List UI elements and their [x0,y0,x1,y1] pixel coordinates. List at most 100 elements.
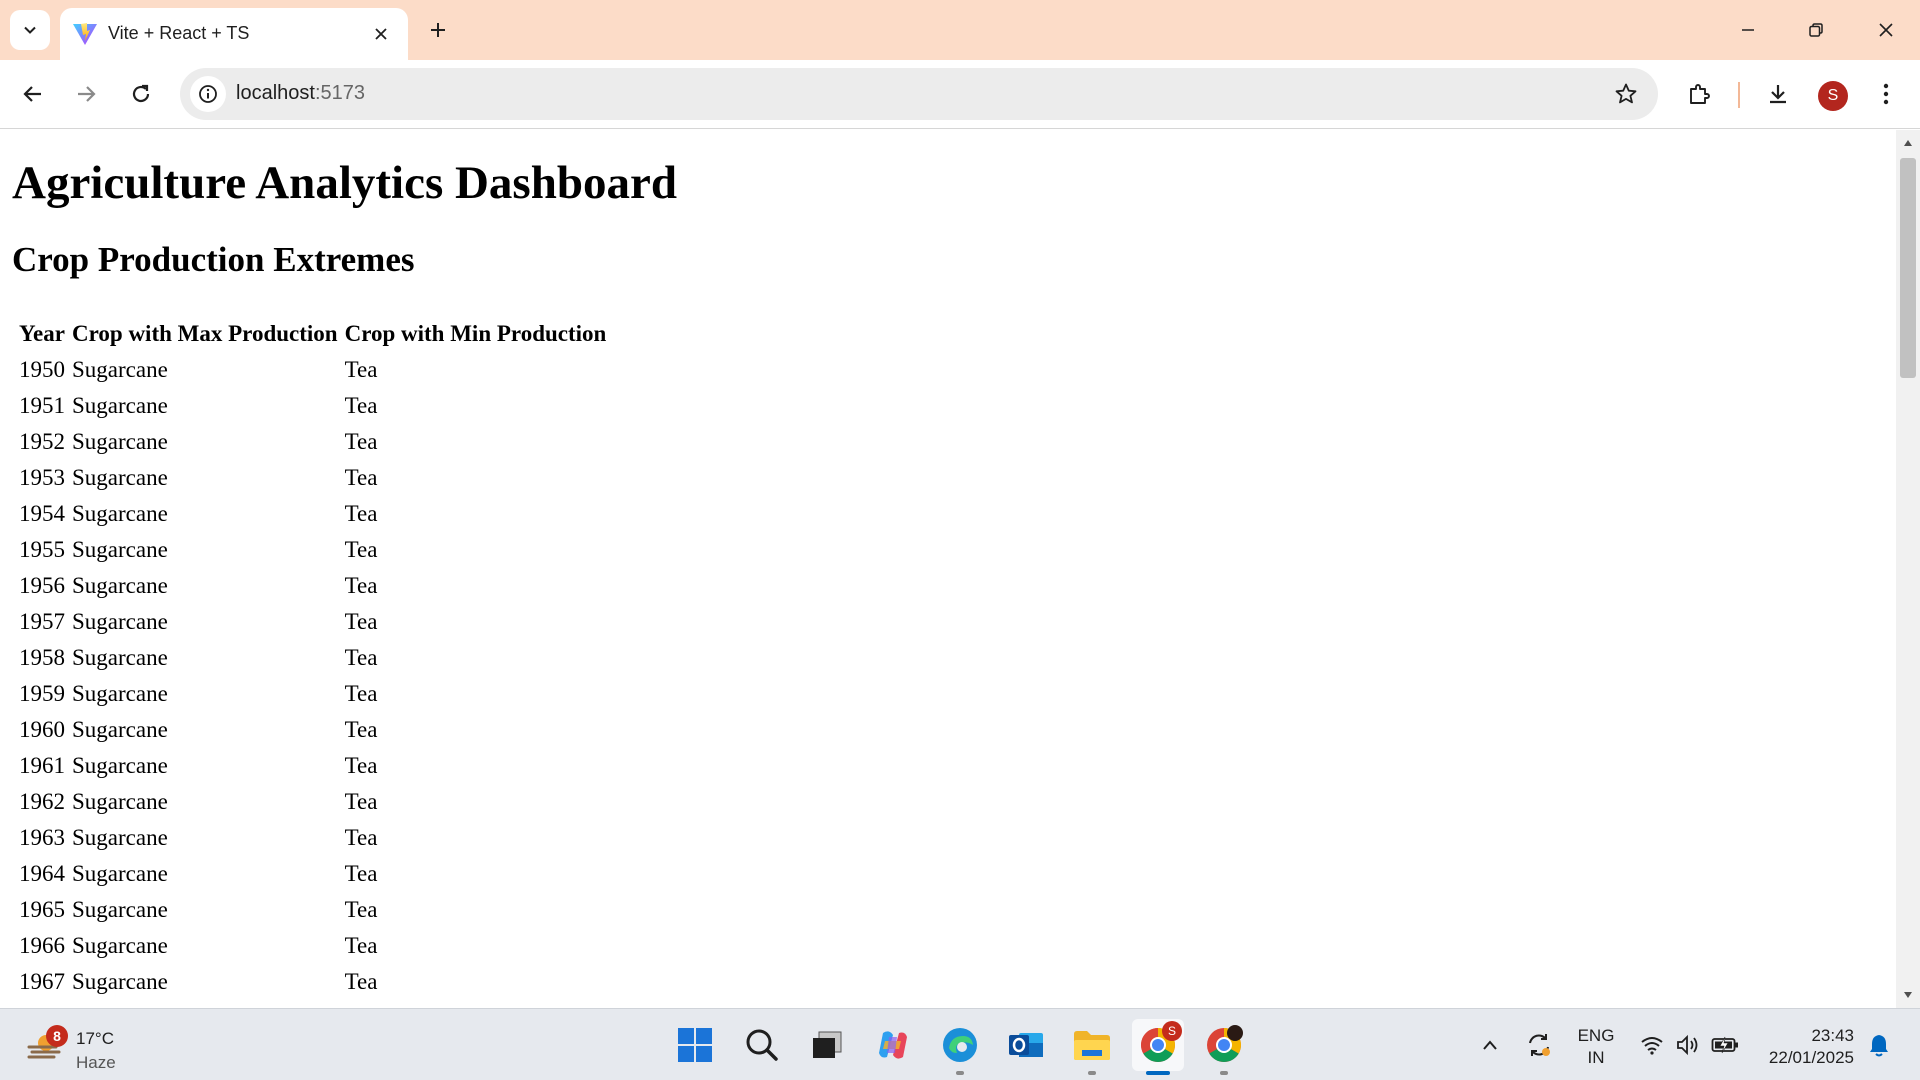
copilot-icon [879,1031,907,1059]
browser-tab[interactable]: Vite + React + TS [60,8,408,60]
sync-icon [1529,1034,1550,1056]
cell-min-crop: Tea [344,392,378,418]
battery-charging-icon [1711,1036,1738,1054]
downloads-button[interactable] [1758,74,1798,114]
section-title: Crop Production Extremes [12,240,415,279]
cell-min-crop: Tea [344,788,378,814]
table-row: 1955 Sugarcane Tea [17,533,608,566]
chrome-button[interactable]: S [1132,1019,1184,1075]
arrow-right-icon [78,86,96,102]
cell-min-crop: Tea [344,428,378,454]
chrome-profile-button[interactable] [1198,1019,1250,1075]
running-indicator [1220,1071,1228,1075]
cell-min-crop: Tea [344,932,378,958]
scroll-down-button[interactable] [1896,984,1920,1006]
scrollbar-thumb[interactable] [1900,158,1916,378]
forward-button[interactable] [66,74,106,114]
extensions-button[interactable] [1679,74,1719,114]
tab-search-button[interactable] [10,10,50,50]
wifi-icon [1641,1037,1663,1055]
cell-year: 1957 [19,608,65,634]
battery-tray-button[interactable] [1710,1009,1740,1080]
cell-max-crop: Sugarcane [72,932,168,958]
edge-icon [943,1028,977,1062]
weather-temperature: 17°C [76,1029,114,1048]
language-code: ENG [1577,1026,1615,1045]
address-bar[interactable]: localhost:5173 [180,68,1658,120]
close-window-button[interactable] [1852,0,1920,60]
reload-icon [132,84,150,103]
table-row: 1965 Sugarcane Tea [17,893,608,926]
weather-widget[interactable]: 8 17°C Haze [24,1017,164,1073]
volume-tray-button[interactable] [1674,1009,1702,1080]
notifications-button[interactable] [1864,1009,1894,1080]
search-button[interactable] [736,1019,788,1071]
cell-year: 1967 [19,968,65,994]
profile-avatar[interactable]: S [1818,81,1848,111]
start-button[interactable] [669,1019,721,1071]
restore-icon [1809,23,1823,37]
table-row: 1968SugarcaneTea [17,1001,608,1009]
input-language-indicator[interactable]: ENG IN [1574,1025,1618,1069]
outlook-button[interactable] [1000,1019,1052,1071]
cell-year: 1960 [19,716,65,742]
table-row: 1963 Sugarcane Tea [17,821,608,854]
wifi-tray-button[interactable] [1638,1009,1666,1080]
page-scrollbar[interactable] [1896,130,1920,1008]
chevron-up-icon [1483,1040,1497,1050]
close-icon [1879,23,1893,37]
cell-year: 1952 [19,428,65,454]
file-explorer-button[interactable] [1066,1019,1118,1075]
cell-max-crop: Sugarcane [72,608,168,634]
sync-tray-button[interactable] [1522,1009,1556,1080]
minimize-button[interactable] [1714,0,1782,60]
outlook-icon [1009,1033,1043,1057]
cell-min-crop: Tea [344,824,378,850]
weather-condition: Haze [76,1053,116,1072]
close-icon [375,28,387,40]
new-tab-button[interactable] [420,12,456,48]
url-host: localhost [236,82,315,104]
cell-max-crop: Sugarcane [72,356,168,382]
cell-max-crop: Sugarcane [72,824,168,850]
copilot-button[interactable] [867,1019,919,1071]
cell-min-crop: Tea [344,536,378,562]
cell-min-crop: Tea [344,968,378,994]
site-info-button[interactable] [190,76,226,112]
toolbar-divider [1738,82,1740,108]
cell-min-crop: Tea [344,572,378,598]
cell-max-crop: Sugarcane [72,680,168,706]
cell-min-crop: Tea [344,860,378,886]
back-button[interactable] [13,74,53,114]
running-indicator [1088,1071,1096,1075]
active-indicator [1146,1071,1170,1075]
triangle-up-icon [1904,140,1912,146]
tab-close-button[interactable] [366,19,396,49]
cell-year: 1966 [19,932,65,958]
clock[interactable]: 23:43 22/01/2025 [1754,1025,1854,1069]
triangle-down-icon [1904,992,1912,998]
plus-icon [431,23,445,37]
table-row: 1961 Sugarcane Tea [17,749,608,782]
show-hidden-icons-button[interactable] [1476,1009,1504,1080]
cell-max-crop: Sugarcane [70,1001,340,1009]
region-code: IN [1587,1048,1605,1067]
minimize-icon [1742,29,1754,31]
scroll-up-button[interactable] [1896,132,1920,154]
url-text[interactable]: localhost:5173 [236,82,365,105]
chrome-profile-badge: S [1162,1021,1182,1041]
cell-min-crop: Tea [344,896,378,922]
cell-max-crop: Sugarcane [72,896,168,922]
task-view-button[interactable] [801,1019,853,1071]
table-row: 1966 Sugarcane Tea [17,929,608,962]
edge-button[interactable] [934,1019,986,1075]
taskbar: 8 17°C Haze S ENG IN 23:43 22/01/2025 [0,1008,1920,1080]
menu-button[interactable] [1866,74,1906,114]
bookmark-button[interactable] [1608,76,1644,112]
page-title: Agriculture Analytics Dashboard [12,157,677,209]
table-row: 1954 Sugarcane Tea [17,497,608,530]
cell-year: 1961 [19,752,65,778]
restore-button[interactable] [1782,0,1850,60]
reload-button[interactable] [121,74,161,114]
cell-year: 1950 [19,356,65,382]
